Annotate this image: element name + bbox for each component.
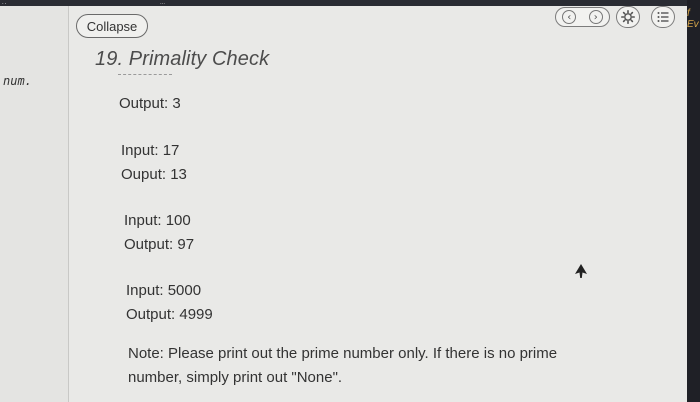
example-1-output: Output: 3	[119, 95, 181, 112]
example-4-output: Output: 4999	[126, 306, 213, 323]
left-pane-text-fragment: num.	[3, 74, 32, 88]
right-edge-strip: f Ev	[687, 0, 700, 402]
left-pane: num.	[0, 6, 69, 402]
problem-note: Note: Please print out the prime number …	[128, 342, 648, 390]
menu-button[interactable]	[651, 6, 675, 28]
example-4-input: Input: 5000	[126, 282, 202, 299]
collapse-button[interactable]: Collapse	[76, 14, 148, 38]
gear-icon	[621, 10, 635, 24]
example-3-output: Output: 97	[124, 236, 195, 253]
example-2-output: Ouput: 13	[121, 166, 187, 183]
example-2-input: Input: 17	[121, 142, 180, 159]
list-icon	[657, 12, 669, 22]
mouse-cursor-icon	[575, 264, 587, 278]
divider	[118, 74, 172, 75]
navigation-button-group: ‹ ›	[555, 7, 610, 27]
problem-title: 19. Primality Check	[95, 48, 270, 70]
note-line-2: number, simply print out "None".	[128, 369, 343, 386]
right-edge-text-fragment: f Ev	[687, 8, 699, 30]
example-3-input: Input: 100	[124, 212, 191, 229]
note-line-1: Note: Please print out the prime number …	[128, 345, 558, 362]
chevron-right-icon[interactable]: ›	[588, 10, 603, 24]
settings-button[interactable]	[616, 6, 640, 28]
chevron-left-icon[interactable]: ‹	[562, 10, 577, 24]
